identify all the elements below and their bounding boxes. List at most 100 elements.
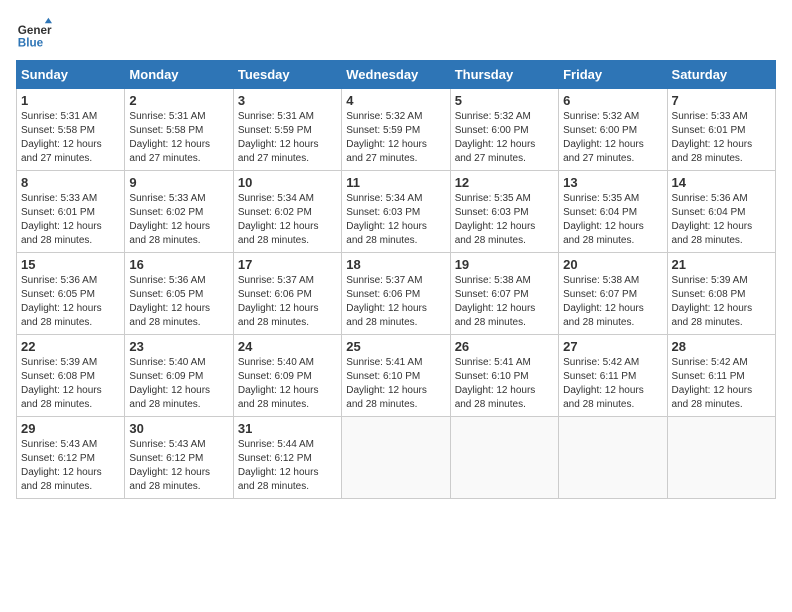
- calendar-cell: 29 Sunrise: 5:43 AMSunset: 6:12 PMDayligh…: [17, 417, 125, 499]
- day-info: Sunrise: 5:33 AMSunset: 6:02 PMDaylight:…: [129, 193, 210, 246]
- day-number: 12: [455, 175, 554, 190]
- day-number: 1: [21, 93, 120, 108]
- day-info: Sunrise: 5:32 AMSunset: 6:00 PMDaylight:…: [455, 111, 536, 164]
- calendar-cell: 7Sunrise: 5:33 AMSunset: 6:01 PMDaylight…: [667, 89, 775, 171]
- calendar-cell: [450, 417, 558, 499]
- calendar-cell: 26 Sunrise: 5:41 AMSunset: 6:10 PMDayligh…: [450, 335, 558, 417]
- calendar-cell: 25 Sunrise: 5:41 AMSunset: 6:10 PMDayligh…: [342, 335, 450, 417]
- week-row-3: 15Sunrise: 5:36 AMSunset: 6:05 PMDayligh…: [17, 253, 776, 335]
- calendar-cell: 12 Sunrise: 5:35 AMSunset: 6:03 PMDayligh…: [450, 171, 558, 253]
- day-number: 2: [129, 93, 228, 108]
- day-info: Sunrise: 5:41 AMSunset: 6:10 PMDaylight:…: [455, 357, 536, 410]
- calendar-cell: 1 Sunrise: 5:31 AMSunset: 5:58 PMDaylight…: [17, 89, 125, 171]
- day-number: 24: [238, 339, 337, 354]
- day-number: 16: [129, 257, 228, 272]
- calendar-cell: 11 Sunrise: 5:34 AMSunset: 6:03 PMDayligh…: [342, 171, 450, 253]
- week-row-5: 29 Sunrise: 5:43 AMSunset: 6:12 PMDayligh…: [17, 417, 776, 499]
- day-info: Sunrise: 5:32 AMSunset: 5:59 PMDaylight:…: [346, 111, 427, 164]
- day-info: Sunrise: 5:35 AMSunset: 6:03 PMDaylight:…: [455, 193, 536, 246]
- calendar-cell: 22 Sunrise: 5:39 AMSunset: 6:08 PMDayligh…: [17, 335, 125, 417]
- calendar-cell: 10 Sunrise: 5:34 AMSunset: 6:02 PMDayligh…: [233, 171, 341, 253]
- day-number: 7: [672, 93, 771, 108]
- svg-text:General: General: [18, 24, 52, 37]
- day-info: Sunrise: 5:42 AMSunset: 6:11 PMDaylight:…: [563, 357, 644, 410]
- col-header-monday: Monday: [125, 61, 233, 89]
- week-row-2: 8 Sunrise: 5:33 AMSunset: 6:01 PMDaylight…: [17, 171, 776, 253]
- day-info: Sunrise: 5:36 AMSunset: 6:05 PMDaylight:…: [21, 275, 102, 328]
- day-number: 18: [346, 257, 445, 272]
- calendar-cell: 13 Sunrise: 5:35 AMSunset: 6:04 PMDayligh…: [559, 171, 667, 253]
- logo: General Blue: [16, 16, 56, 52]
- day-info: Sunrise: 5:43 AMSunset: 6:12 PMDaylight:…: [129, 439, 210, 492]
- day-info: Sunrise: 5:39 AMSunset: 6:08 PMDaylight:…: [21, 357, 102, 410]
- day-number: 9: [129, 175, 228, 190]
- day-info: Sunrise: 5:41 AMSunset: 6:10 PMDaylight:…: [346, 357, 427, 410]
- day-info: Sunrise: 5:34 AMSunset: 6:03 PMDaylight:…: [346, 193, 427, 246]
- calendar-cell: 16 Sunrise: 5:36 AMSunset: 6:05 PMDayligh…: [125, 253, 233, 335]
- calendar-cell: [559, 417, 667, 499]
- day-number: 10: [238, 175, 337, 190]
- calendar-cell: 21 Sunrise: 5:39 AMSunset: 6:08 PMDayligh…: [667, 253, 775, 335]
- col-header-tuesday: Tuesday: [233, 61, 341, 89]
- page-header: General Blue: [16, 16, 776, 52]
- day-number: 17: [238, 257, 337, 272]
- calendar-cell: [667, 417, 775, 499]
- calendar-cell: 4 Sunrise: 5:32 AMSunset: 5:59 PMDaylight…: [342, 89, 450, 171]
- calendar-cell: 17Sunrise: 5:37 AMSunset: 6:06 PMDayligh…: [233, 253, 341, 335]
- day-info: Sunrise: 5:31 AMSunset: 5:59 PMDaylight:…: [238, 111, 319, 164]
- calendar-cell: 3 Sunrise: 5:31 AMSunset: 5:59 PMDaylight…: [233, 89, 341, 171]
- day-info: Sunrise: 5:34 AMSunset: 6:02 PMDaylight:…: [238, 193, 319, 246]
- calendar-cell: [342, 417, 450, 499]
- week-row-1: 1 Sunrise: 5:31 AMSunset: 5:58 PMDaylight…: [17, 89, 776, 171]
- calendar-cell: 30 Sunrise: 5:43 AMSunset: 6:12 PMDayligh…: [125, 417, 233, 499]
- day-number: 27: [563, 339, 662, 354]
- day-number: 31: [238, 421, 337, 436]
- calendar-cell: 5Sunrise: 5:32 AMSunset: 6:00 PMDaylight…: [450, 89, 558, 171]
- calendar-cell: 8 Sunrise: 5:33 AMSunset: 6:01 PMDaylight…: [17, 171, 125, 253]
- day-info: Sunrise: 5:31 AMSunset: 5:58 PMDaylight:…: [129, 111, 210, 164]
- day-number: 11: [346, 175, 445, 190]
- day-info: Sunrise: 5:39 AMSunset: 6:08 PMDaylight:…: [672, 275, 753, 328]
- day-number: 25: [346, 339, 445, 354]
- day-info: Sunrise: 5:43 AMSunset: 6:12 PMDaylight:…: [21, 439, 102, 492]
- day-number: 8: [21, 175, 120, 190]
- day-number: 3: [238, 93, 337, 108]
- calendar-table: SundayMondayTuesdayWednesdayThursdayFrid…: [16, 60, 776, 499]
- day-info: Sunrise: 5:38 AMSunset: 6:07 PMDaylight:…: [455, 275, 536, 328]
- day-info: Sunrise: 5:44 AMSunset: 6:12 PMDaylight:…: [238, 439, 319, 492]
- svg-text:Blue: Blue: [18, 37, 44, 50]
- day-number: 20: [563, 257, 662, 272]
- day-number: 29: [21, 421, 120, 436]
- day-number: 23: [129, 339, 228, 354]
- day-info: Sunrise: 5:38 AMSunset: 6:07 PMDaylight:…: [563, 275, 644, 328]
- day-number: 30: [129, 421, 228, 436]
- day-info: Sunrise: 5:32 AMSunset: 6:00 PMDaylight:…: [563, 111, 644, 164]
- calendar-cell: 14 Sunrise: 5:36 AMSunset: 6:04 PMDayligh…: [667, 171, 775, 253]
- col-header-sunday: Sunday: [17, 61, 125, 89]
- calendar-cell: 24Sunrise: 5:40 AMSunset: 6:09 PMDayligh…: [233, 335, 341, 417]
- calendar-cell: 28Sunrise: 5:42 AMSunset: 6:11 PMDayligh…: [667, 335, 775, 417]
- day-number: 13: [563, 175, 662, 190]
- day-info: Sunrise: 5:35 AMSunset: 6:04 PMDaylight:…: [563, 193, 644, 246]
- day-info: Sunrise: 5:36 AMSunset: 6:05 PMDaylight:…: [129, 275, 210, 328]
- calendar-cell: 15Sunrise: 5:36 AMSunset: 6:05 PMDayligh…: [17, 253, 125, 335]
- calendar-cell: 2 Sunrise: 5:31 AMSunset: 5:58 PMDaylight…: [125, 89, 233, 171]
- calendar-cell: 20 Sunrise: 5:38 AMSunset: 6:07 PMDayligh…: [559, 253, 667, 335]
- day-number: 26: [455, 339, 554, 354]
- day-number: 6: [563, 93, 662, 108]
- day-number: 22: [21, 339, 120, 354]
- day-info: Sunrise: 5:36 AMSunset: 6:04 PMDaylight:…: [672, 193, 753, 246]
- day-number: 4: [346, 93, 445, 108]
- calendar-cell: 31 Sunrise: 5:44 AMSunset: 6:12 PMDayligh…: [233, 417, 341, 499]
- calendar-cell: 19Sunrise: 5:38 AMSunset: 6:07 PMDayligh…: [450, 253, 558, 335]
- day-number: 14: [672, 175, 771, 190]
- day-info: Sunrise: 5:37 AMSunset: 6:06 PMDaylight:…: [346, 275, 427, 328]
- calendar-cell: 23Sunrise: 5:40 AMSunset: 6:09 PMDayligh…: [125, 335, 233, 417]
- day-number: 28: [672, 339, 771, 354]
- col-header-wednesday: Wednesday: [342, 61, 450, 89]
- day-info: Sunrise: 5:33 AMSunset: 6:01 PMDaylight:…: [21, 193, 102, 246]
- col-header-friday: Friday: [559, 61, 667, 89]
- day-number: 21: [672, 257, 771, 272]
- day-info: Sunrise: 5:31 AMSunset: 5:58 PMDaylight:…: [21, 111, 102, 164]
- calendar-cell: 9 Sunrise: 5:33 AMSunset: 6:02 PMDaylight…: [125, 171, 233, 253]
